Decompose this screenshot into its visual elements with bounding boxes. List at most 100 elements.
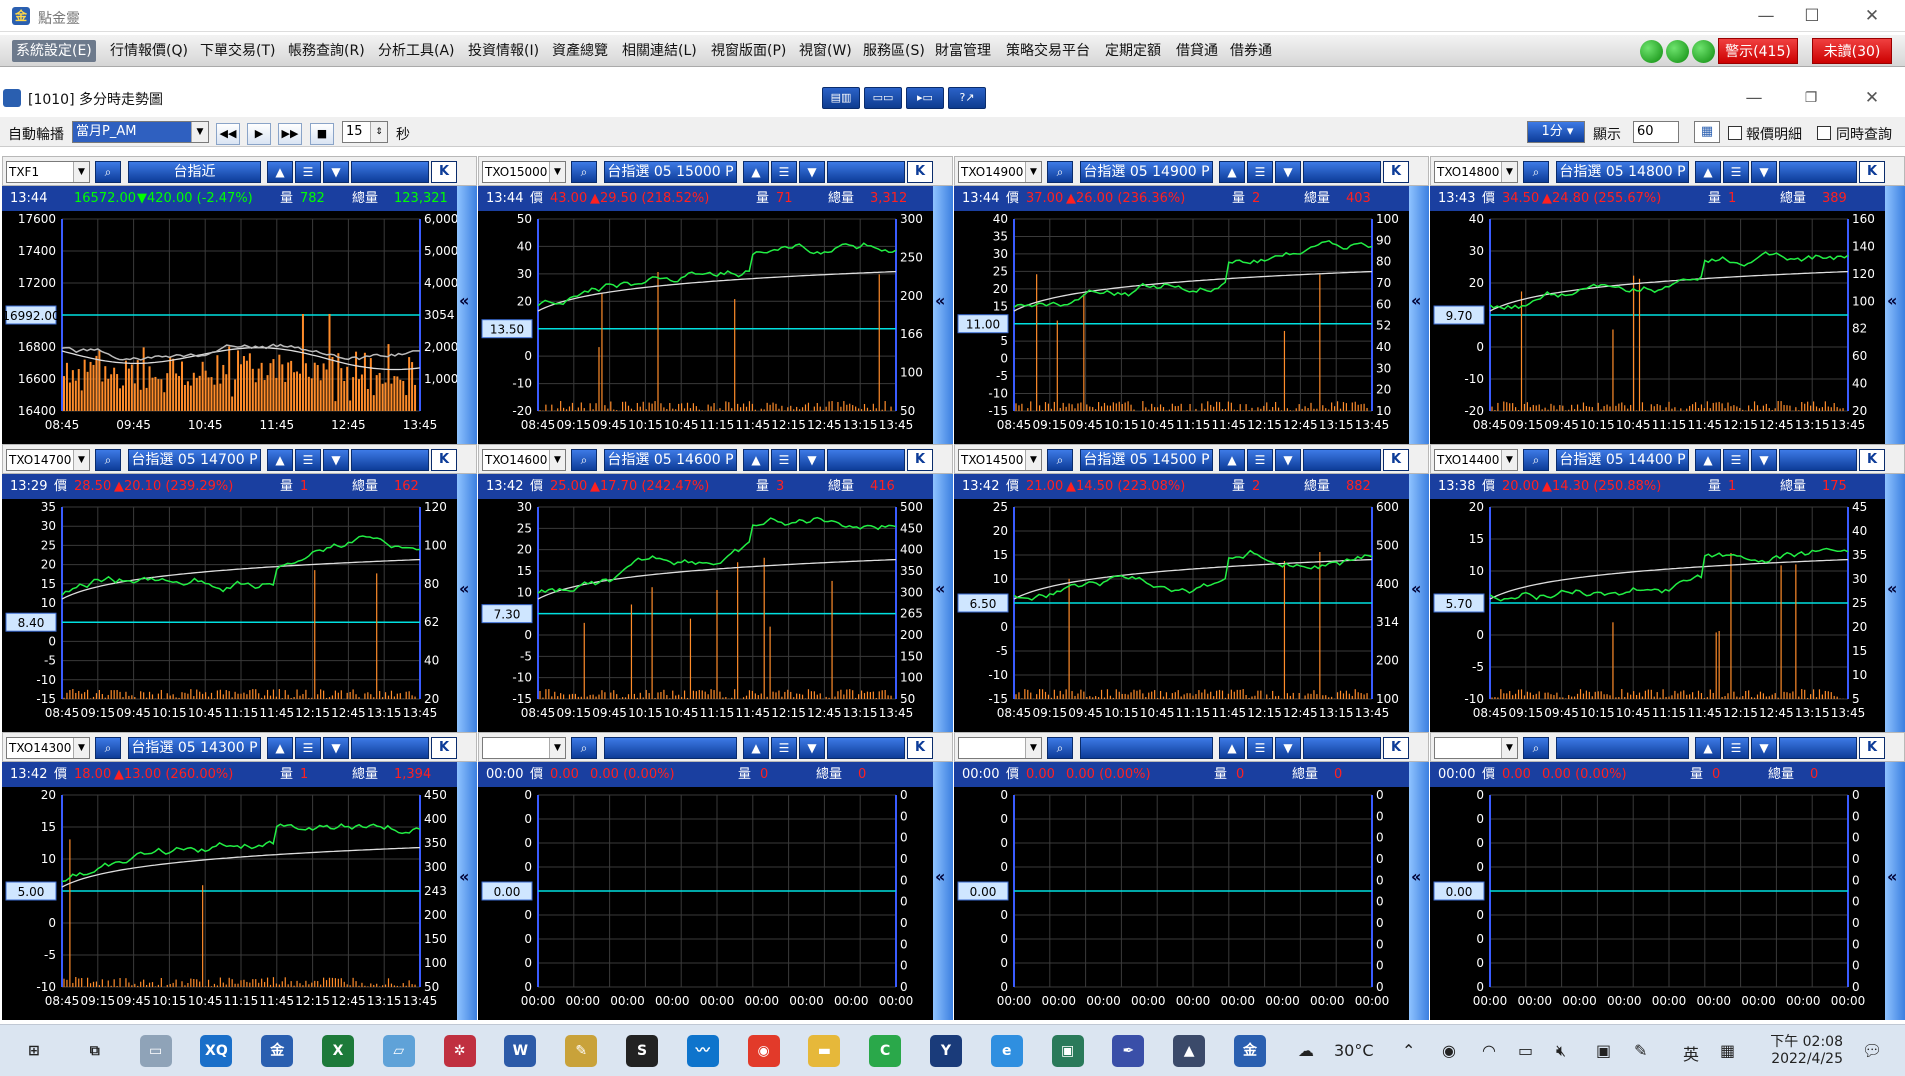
kline-button[interactable]: K <box>907 737 933 759</box>
alert-button[interactable]: 警示(415) <box>1718 38 1798 64</box>
down-arrow-icon[interactable]: ▼ <box>323 449 349 471</box>
panel-blank-button[interactable] <box>351 161 429 183</box>
kline-button[interactable]: K <box>431 737 457 759</box>
last-button[interactable]: ▶▶ <box>278 123 302 145</box>
menu-item-1[interactable]: 行情報價(Q) <box>106 40 192 62</box>
panel-blank-button[interactable] <box>351 449 429 471</box>
menu-item-4[interactable]: 分析工具(A) <box>374 40 459 62</box>
list-icon[interactable]: ☰ <box>295 737 321 759</box>
period-select[interactable]: 1分 ▾ <box>1527 121 1585 143</box>
pinwheel-icon[interactable]: ✲ <box>443 1035 476 1067</box>
panel-blank-button[interactable] <box>1303 737 1381 759</box>
menu-item-15[interactable]: 借券通 <box>1226 40 1276 62</box>
symbol-select[interactable]: TXO14700 ▼ <box>6 449 90 471</box>
s-app-icon[interactable]: S <box>626 1035 658 1067</box>
panel-side-rail[interactable]: « <box>457 474 477 732</box>
list-icon[interactable]: ☰ <box>771 737 797 759</box>
menu-item-7[interactable]: 相關連結(L) <box>618 40 701 62</box>
menu-item-11[interactable]: 財富管理 <box>931 40 995 62</box>
kline-button[interactable]: K <box>1859 737 1885 759</box>
down-arrow-icon[interactable]: ▼ <box>1751 449 1777 471</box>
notes-icon[interactable]: ▱ <box>382 1035 415 1067</box>
word-icon[interactable]: W <box>504 1035 537 1067</box>
stop-button[interactable]: ■ <box>310 123 334 145</box>
panel-side-rail[interactable]: « <box>1885 474 1905 732</box>
window-icon[interactable]: ▣ <box>1051 1035 1084 1067</box>
menu-item-3[interactable]: 帳務查詢(R) <box>284 40 369 62</box>
gold-app-icon[interactable]: 金 <box>261 1035 294 1067</box>
layout-button-2[interactable]: ▭▭ <box>864 87 902 109</box>
close-icon[interactable]: ✕ <box>1849 4 1895 28</box>
kline-button[interactable]: K <box>431 161 457 183</box>
battery-icon[interactable]: ▭ <box>1518 1041 1533 1060</box>
excel-icon[interactable]: X <box>322 1035 354 1067</box>
search-icon[interactable]: ⌕ <box>1047 737 1073 759</box>
panel-side-rail[interactable]: « <box>457 762 477 1020</box>
search-icon[interactable]: ⌕ <box>571 161 597 183</box>
ie-icon[interactable]: e <box>990 1035 1023 1067</box>
folder-icon[interactable]: ▬ <box>808 1035 841 1067</box>
up-arrow-icon[interactable]: ▲ <box>743 161 769 183</box>
play-button[interactable]: ▶ <box>247 123 271 145</box>
kline-button[interactable]: K <box>907 449 933 471</box>
up-arrow-icon[interactable]: ▲ <box>1695 161 1721 183</box>
search-icon[interactable]: ⌕ <box>95 737 121 759</box>
up-arrow-icon[interactable]: ▲ <box>1219 449 1245 471</box>
down-arrow-icon[interactable]: ▼ <box>799 737 825 759</box>
start-icon[interactable]: ⊞ <box>18 1035 50 1067</box>
search-icon[interactable]: ⌕ <box>1523 737 1549 759</box>
weather-icon[interactable]: ☁ <box>1298 1041 1314 1060</box>
kline-button[interactable]: K <box>1383 737 1409 759</box>
ime-mode-icon[interactable]: ▦ <box>1720 1041 1735 1060</box>
up-arrow-icon[interactable]: ▲ <box>267 161 293 183</box>
symbol-select[interactable]: TXO14500 ▼ <box>958 449 1042 471</box>
rotate-select[interactable]: 當月P_AM ▼ <box>72 121 209 143</box>
ymf-icon[interactable]: Y <box>930 1035 962 1067</box>
kline-button[interactable]: K <box>1383 449 1409 471</box>
list-icon[interactable]: ☰ <box>1723 737 1749 759</box>
triangle-icon[interactable]: ▲ <box>1173 1035 1206 1067</box>
kline-button[interactable]: K <box>431 449 457 471</box>
panel-blank-button[interactable] <box>827 161 905 183</box>
up-arrow-icon[interactable]: ▲ <box>267 737 293 759</box>
down-arrow-icon[interactable]: ▼ <box>1751 737 1777 759</box>
up-arrow-icon[interactable]: ▲ <box>743 737 769 759</box>
kline-button[interactable]: K <box>907 161 933 183</box>
down-arrow-icon[interactable]: ▼ <box>799 161 825 183</box>
symbol-select[interactable]: TXO14400 ▼ <box>1434 449 1518 471</box>
symbol-select[interactable]: TXO14800 ▼ <box>1434 161 1518 183</box>
menu-item-9[interactable]: 視窗(W) <box>795 40 856 62</box>
panel-blank-button[interactable] <box>1779 737 1857 759</box>
tray-window-icon[interactable]: ▣ <box>1596 1041 1611 1060</box>
display-count-input[interactable]: 60 <box>1633 121 1679 143</box>
chrome-icon[interactable]: ◉ <box>747 1035 780 1067</box>
down-arrow-icon[interactable]: ▼ <box>1275 737 1301 759</box>
search-icon[interactable]: ⌕ <box>95 161 121 183</box>
panel-blank-button[interactable] <box>1303 161 1381 183</box>
volume-mute-icon[interactable]: 🔇︎ <box>1556 1041 1566 1061</box>
up-arrow-icon[interactable]: ▲ <box>743 449 769 471</box>
panel-side-rail[interactable]: « <box>457 186 477 444</box>
panel-blank-button[interactable] <box>351 737 429 759</box>
layout-button-1[interactable]: ▤▥ <box>822 87 860 109</box>
panel-side-rail[interactable]: « <box>1885 186 1905 444</box>
panel-blank-button[interactable] <box>827 449 905 471</box>
maximize-icon[interactable]: ☐ <box>1789 4 1835 28</box>
list-icon[interactable]: ☰ <box>295 161 321 183</box>
menu-item-13[interactable]: 定期定額 <box>1101 40 1165 62</box>
symbol-select[interactable]: TXO14300 ▼ <box>6 737 90 759</box>
up-arrow-icon[interactable]: ▲ <box>267 449 293 471</box>
kline-button[interactable]: K <box>1859 449 1885 471</box>
list-icon[interactable]: ☰ <box>1723 449 1749 471</box>
symbol-select[interactable]: TXF1 ▼ <box>6 161 90 183</box>
notification-icon[interactable]: 💬︎ <box>1862 1041 1882 1060</box>
list-icon[interactable]: ☰ <box>1247 737 1273 759</box>
list-icon[interactable]: ☰ <box>295 449 321 471</box>
symbol-select[interactable]: TXO15000 ▼ <box>482 161 566 183</box>
subwindow-restore-icon[interactable]: ❐ <box>1788 86 1834 110</box>
symbol-select[interactable]: ▼ <box>1434 737 1518 759</box>
tray-app-icon[interactable]: ◉ <box>1442 1041 1456 1060</box>
subwindow-minimize-icon[interactable]: — <box>1731 86 1777 110</box>
menu-item-12[interactable]: 策略交易平台 <box>1002 40 1094 62</box>
green-c-icon[interactable]: C <box>869 1035 902 1067</box>
